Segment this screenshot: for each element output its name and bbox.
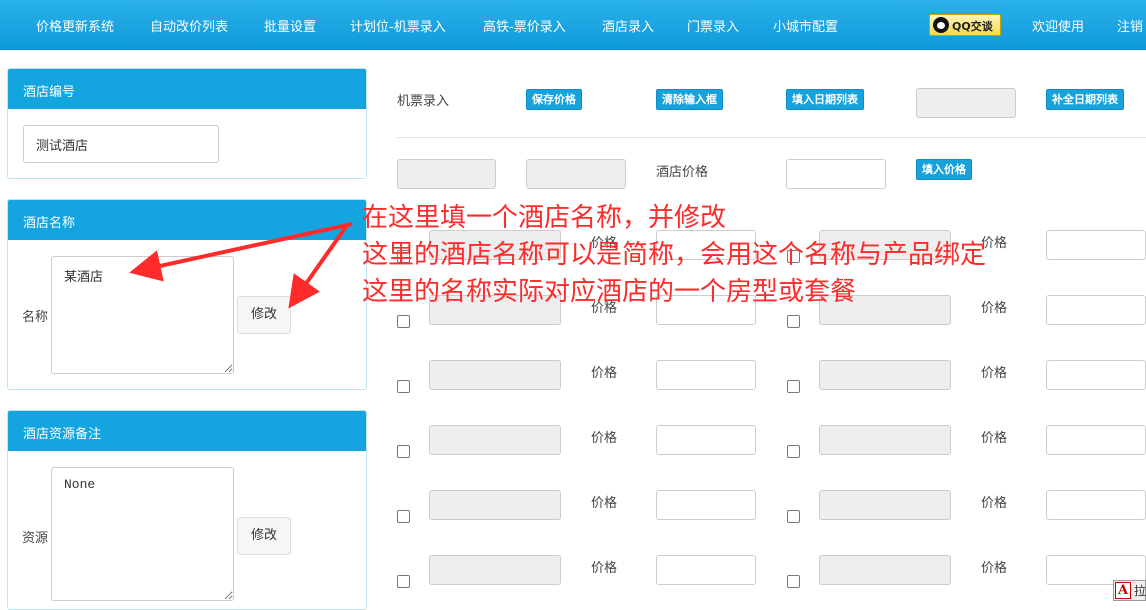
row-price-input-right[interactable] [1046,360,1146,390]
row-price-label-right: 价格 [981,561,1008,576]
hotel-price-label: 酒店价格 [656,165,709,180]
hotel-name-modify-button[interactable]: 修改 [237,296,291,334]
divider [397,137,1146,138]
nav-ticket-entry[interactable]: 门票录入 [687,16,739,35]
annotation-line-2: 这里的酒店名称可以是简称，会用这个名称与产品绑定 [362,240,987,270]
row-checkbox-left[interactable] [397,510,410,523]
row-price-input-left[interactable] [656,555,756,585]
row-checkbox-left[interactable] [397,445,410,458]
gray-field-1[interactable] [397,159,496,189]
row-date-field-right[interactable] [819,425,951,455]
row-price-label-right: 价格 [981,366,1008,381]
nav-hotel-entry[interactable]: 酒店录入 [602,16,654,35]
annotation-text: 在这里填一个酒店名称，并修改 这里的酒店名称可以是简称，会用这个名称与产品绑定 … [362,200,986,311]
row-date-field-left[interactable] [429,490,561,520]
row-checkbox-left[interactable] [397,575,410,588]
row-price-label-left: 价格 [591,431,618,446]
row-checkbox-right[interactable] [787,575,800,588]
input-method-indicator[interactable]: A 拉 [1113,580,1146,601]
row-checkbox-left[interactable] [397,380,410,393]
row-price-input-right[interactable] [1046,490,1146,520]
row-price-label-right: 价格 [981,496,1008,511]
resource-note-textarea[interactable]: None [51,467,234,601]
hotel-name-label: 名称 [22,310,49,325]
row-checkbox-left[interactable] [397,315,410,328]
qq-chat-label: QQ交谈 [952,20,993,33]
save-price-button[interactable]: 保存价格 [526,89,582,110]
row-price-label-left: 价格 [591,561,618,576]
row-price-input-right[interactable] [1046,295,1146,325]
row-price-input-left[interactable] [656,360,756,390]
row-checkbox-right[interactable] [787,445,800,458]
ime-letter-icon: A [1115,582,1131,599]
nav-batch-settings[interactable]: 批量设置 [264,16,316,35]
row-date-field-left[interactable] [429,555,561,585]
nav-auto-reprice-list[interactable]: 自动改价列表 [150,16,228,35]
row-price-input-left[interactable] [656,490,756,520]
ime-text: 拉 [1134,584,1146,598]
annotation-line-1: 在这里填一个酒店名称，并修改 [362,203,727,233]
top-navbar: 价格更新系统 自动改价列表 批量设置 计划位-机票录入 高铁-票价录入 酒店录入… [0,0,1146,50]
fill-date-list-button[interactable]: 填入日期列表 [786,89,864,110]
row-price-label-right: 价格 [981,431,1008,446]
resource-note-panel-title: 酒店资源备注 [8,411,366,451]
qq-chat-button[interactable]: QQ交谈 [929,14,1001,36]
hotel-name-textarea[interactable]: 某酒店 [51,256,234,374]
row-price-input-left[interactable] [656,425,756,455]
nav-logout[interactable]: 注销 [1117,16,1143,35]
qq-penguin-icon [933,17,949,33]
row-checkbox-right[interactable] [787,510,800,523]
hotel-code-panel-title: 酒店编号 [8,69,366,109]
resource-note-label: 资源 [22,531,49,546]
nav-flight-entry[interactable]: 计划位-机票录入 [350,16,446,35]
gray-field-2[interactable] [526,159,626,189]
row-date-field-left[interactable] [429,360,561,390]
fill-all-dates-button[interactable]: 补全日期列表 [1046,89,1124,110]
fill-price-button[interactable]: 填入价格 [916,159,972,180]
hotel-price-input[interactable] [786,159,886,189]
row-price-input-right[interactable] [1046,425,1146,455]
welcome-text: 欢迎使用 [1032,20,1085,35]
nav-small-city-config[interactable]: 小城市配置 [773,16,838,35]
hotel-code-input[interactable] [23,125,219,163]
row-price-label-left: 价格 [591,496,618,511]
row-checkbox-right[interactable] [787,315,800,328]
row-date-field-right[interactable] [819,360,951,390]
nav-price-update-system[interactable]: 价格更新系统 [36,16,114,35]
annotation-line-3: 这里的名称实际对应酒店的一个房型或套餐 [362,277,857,307]
row-date-field-right[interactable] [819,490,951,520]
flight-entry-label: 机票录入 [397,94,450,109]
clear-inputs-button[interactable]: 清除输入框 [656,89,723,110]
row-date-field-right[interactable] [819,555,951,585]
resource-note-modify-button[interactable]: 修改 [237,517,291,555]
date-list-field[interactable] [916,88,1016,118]
row-price-label-left: 价格 [591,366,618,381]
row-checkbox-right[interactable] [787,380,800,393]
row-date-field-left[interactable] [429,425,561,455]
hotel-name-panel-title: 酒店名称 [8,200,366,240]
row-price-input-right[interactable] [1046,230,1146,260]
nav-train-price-entry[interactable]: 高铁-票价录入 [483,16,566,35]
